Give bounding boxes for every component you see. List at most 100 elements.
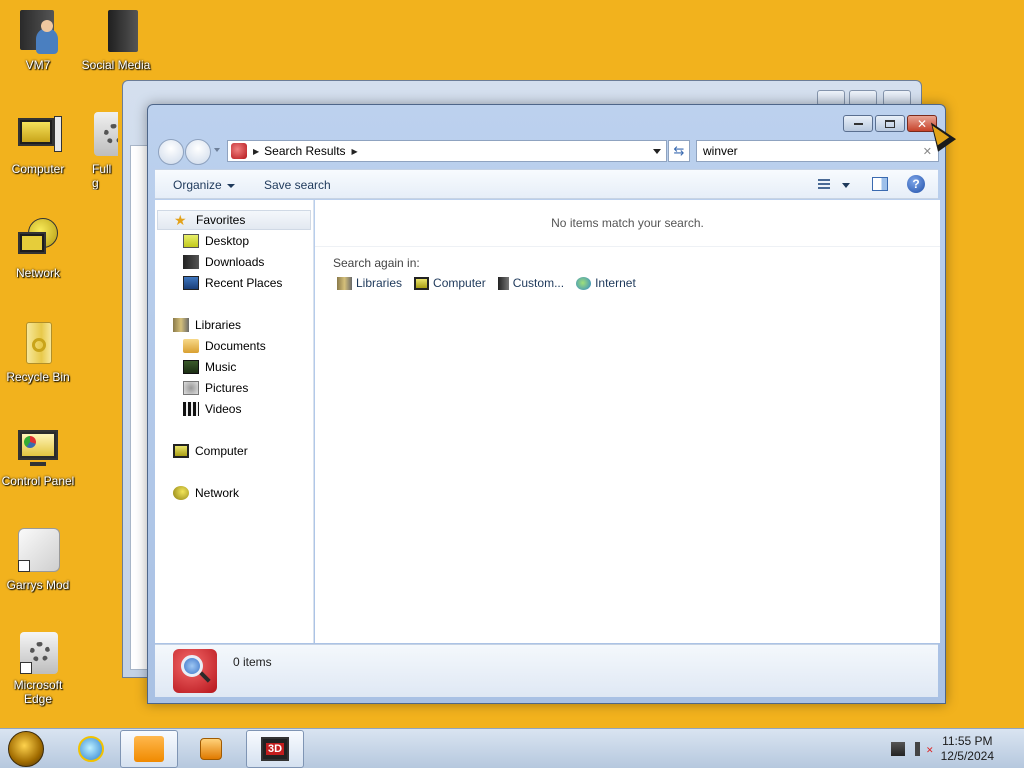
- nav-favorites[interactable]: ★ Favorites: [157, 210, 311, 230]
- nav-network[interactable]: Network: [173, 483, 239, 503]
- folder-icon: [134, 736, 164, 762]
- computer-icon: [173, 444, 189, 458]
- desktop-icon-network[interactable]: Network: [0, 216, 76, 280]
- file-list[interactable]: No items match your search. Search again…: [315, 200, 940, 643]
- command-bar: Organize Save search ?: [155, 169, 938, 199]
- change-view-icon[interactable]: [818, 179, 830, 191]
- minimize-icon: [853, 122, 863, 125]
- desktop-icon-vm7[interactable]: VM7: [0, 8, 76, 72]
- desktop-icon-control-panel[interactable]: Control Panel: [0, 424, 76, 488]
- clock[interactable]: 11:55 PM 12/5/2024: [941, 734, 994, 764]
- monitor-3d-icon: 3D: [261, 737, 289, 761]
- network-icon: [173, 486, 189, 500]
- gear-shortcut-icon: [14, 632, 62, 676]
- location-label: Libraries: [356, 276, 403, 290]
- desktop-icon-label: Microsoft Edge: [13, 678, 63, 706]
- settings-shortcut-icon: [94, 112, 118, 160]
- chevron-right-icon[interactable]: ▶: [352, 147, 358, 156]
- item-count: 0 items: [233, 655, 272, 669]
- desktop-icon-label: Network: [15, 266, 60, 280]
- desktop-icon-social-media[interactable]: Social Media: [78, 8, 154, 72]
- app-shortcut-icon: [14, 528, 62, 576]
- divider: [315, 246, 940, 247]
- recent-pages-dropdown[interactable]: [214, 148, 220, 152]
- details-pane: 0 items: [155, 644, 938, 697]
- address-bar[interactable]: ▶ Search Results ▶: [227, 140, 667, 162]
- back-button[interactable]: [158, 139, 184, 165]
- preview-pane-icon[interactable]: [872, 177, 888, 191]
- search-again-custom[interactable]: Custom...: [497, 276, 565, 290]
- recycle-bin-icon: [14, 320, 62, 368]
- taskbar: 3D ✕ 11:55 PM 12/5/2024: [0, 728, 1024, 768]
- start-button[interactable]: [8, 731, 44, 767]
- nav-label: Desktop: [205, 234, 250, 248]
- search-again-computer[interactable]: Computer: [414, 276, 486, 290]
- nav-label: Libraries: [195, 318, 242, 332]
- search-again-internet[interactable]: Internet: [576, 276, 636, 290]
- desktop-icon-recycle-bin[interactable]: Recycle Bin: [0, 320, 76, 384]
- taskbar-internet-explorer[interactable]: [62, 730, 120, 768]
- clock-date: 12/5/2024: [940, 749, 994, 763]
- desktop-icon-label: Social Media: [81, 58, 151, 72]
- organize-button[interactable]: Organize: [173, 178, 235, 192]
- desktop-icon-label: Control Panel: [1, 474, 75, 488]
- empty-message: No items match your search.: [551, 216, 704, 230]
- chevron-right-icon[interactable]: ▶: [253, 147, 259, 156]
- forward-button[interactable]: [185, 139, 211, 165]
- nav-pictures[interactable]: Pictures: [183, 378, 248, 398]
- minimize-button[interactable]: [843, 115, 873, 132]
- network-icon: [14, 216, 62, 264]
- nav-videos[interactable]: Videos: [183, 399, 241, 419]
- search-query[interactable]: winver: [703, 144, 738, 158]
- badge-3d: 3D: [265, 743, 285, 755]
- network-status-icon[interactable]: [891, 742, 905, 756]
- internet-explorer-icon: [576, 276, 592, 290]
- taskbar-3d-app[interactable]: 3D: [246, 730, 304, 768]
- star-icon: ★: [174, 212, 187, 228]
- nav-label: Downloads: [205, 255, 265, 269]
- nav-documents[interactable]: Documents: [183, 336, 266, 356]
- folder-icon: [497, 276, 509, 290]
- explorer-window[interactable]: ✕ ▶ Search Results ▶ ⇆ winver ✕ Organize…: [147, 104, 946, 704]
- music-icon: [183, 360, 199, 374]
- nav-desktop[interactable]: Desktop: [183, 231, 249, 251]
- search-input[interactable]: winver ✕: [696, 140, 939, 162]
- nav-label: Pictures: [205, 381, 249, 395]
- nav-label: Documents: [205, 339, 266, 353]
- address-dropdown-icon[interactable]: [653, 149, 661, 154]
- volume-muted-icon[interactable]: ✕: [915, 742, 934, 756]
- refresh-button[interactable]: ⇆: [668, 140, 690, 162]
- desktop-icon-microsoft-edge[interactable]: Microsoft Edge: [0, 632, 76, 706]
- nav-recent-places[interactable]: Recent Places: [183, 273, 282, 293]
- taskbar-file-explorer[interactable]: [120, 730, 178, 768]
- nav-label: Recent Places: [205, 276, 283, 290]
- navigation-pane: ★ Favorites Desktop Downloads Recent Pla…: [155, 200, 314, 643]
- computer-icon: [414, 276, 430, 290]
- location-label: Computer: [433, 276, 486, 290]
- desktop-icon-full-g[interactable]: Full g: [78, 112, 118, 190]
- view-options-dropdown-icon[interactable]: [842, 183, 850, 188]
- nav-downloads[interactable]: Downloads: [183, 252, 264, 272]
- nav-label: Favorites: [196, 213, 246, 227]
- desktop-icon-garrys-mod[interactable]: Garrys Mod: [0, 528, 76, 592]
- nav-label: Computer: [195, 444, 248, 458]
- media-player-icon: [200, 738, 222, 760]
- nav-computer[interactable]: Computer: [173, 441, 248, 461]
- clear-search-icon[interactable]: ✕: [923, 145, 932, 158]
- chevron-down-icon: [226, 183, 235, 188]
- control-panel-icon: [14, 424, 62, 472]
- clock-time: 11:55 PM: [942, 734, 993, 748]
- save-search-button[interactable]: Save search: [264, 178, 331, 192]
- breadcrumb-search-results[interactable]: Search Results: [264, 144, 345, 158]
- search-again-libraries[interactable]: Libraries: [337, 276, 402, 290]
- user-folder-icon: [14, 8, 62, 56]
- location-label: Custom...: [512, 276, 565, 290]
- desktop-icon-computer[interactable]: Computer: [0, 112, 76, 176]
- taskbar-media-player[interactable]: [182, 730, 240, 768]
- nav-libraries[interactable]: Libraries: [173, 315, 241, 335]
- libraries-icon: [337, 276, 352, 290]
- desktop-icon-label: Computer: [11, 162, 65, 176]
- restore-button[interactable]: [875, 115, 905, 132]
- nav-music[interactable]: Music: [183, 357, 236, 377]
- help-icon[interactable]: ?: [907, 175, 925, 193]
